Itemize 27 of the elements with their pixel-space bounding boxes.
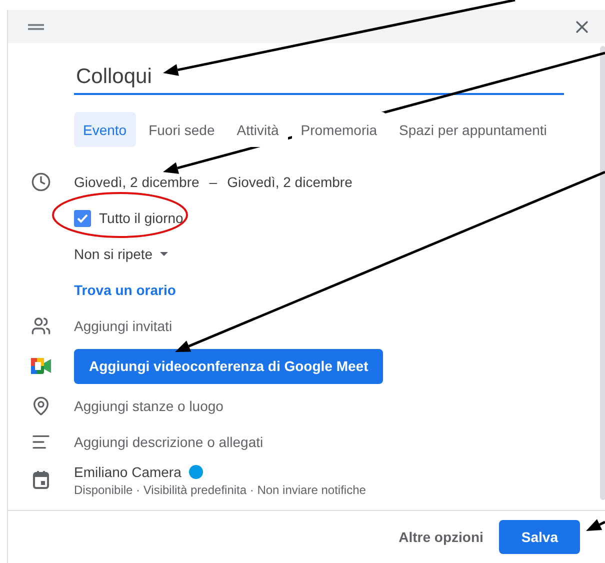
add-meet-button[interactable]: Aggiungi videoconferenza di Google Meet [74,348,384,384]
date-separator: – [209,174,218,190]
add-guests-field[interactable]: Aggiungi invitati [74,318,172,334]
drag-handle-icon[interactable] [28,24,44,30]
start-date[interactable]: Giovedì, 2 dicembre [74,174,200,190]
clock-icon [31,172,51,192]
add-description-field[interactable]: Aggiungi descrizione o allegati [74,434,264,450]
event-settings-summary[interactable]: Disponibile · Visibilità predefinita · Non inviare notifiche [74,482,366,496]
save-button[interactable]: Salva [499,520,580,554]
calendar-owner[interactable]: Emiliano Camera [74,464,182,480]
video-camera-icon [31,358,51,374]
add-location-field[interactable]: Aggiungi stanze o luogo [74,398,224,414]
people-icon [31,316,51,336]
end-date[interactable]: Giovedì, 2 dicembre [227,174,352,190]
caret-icon [160,252,168,256]
recurrence-dropdown[interactable]: Non si ripete [74,246,168,262]
calendar-icon [33,471,49,489]
annotation-arrow [586,519,605,531]
scrollbar[interactable] [600,46,605,500]
all-day-label: Tutto il giorno [99,210,184,226]
all-day-checkbox[interactable] [74,210,91,226]
event-type-tab[interactable]: Evento [74,112,136,147]
find-time-link[interactable]: Trova un orario [74,282,176,298]
more-options-button[interactable]: Altre opzioni [396,521,486,553]
check-icon [77,214,88,222]
location-pin-icon [31,396,51,416]
title-field[interactable]: Colloqui [74,65,564,95]
